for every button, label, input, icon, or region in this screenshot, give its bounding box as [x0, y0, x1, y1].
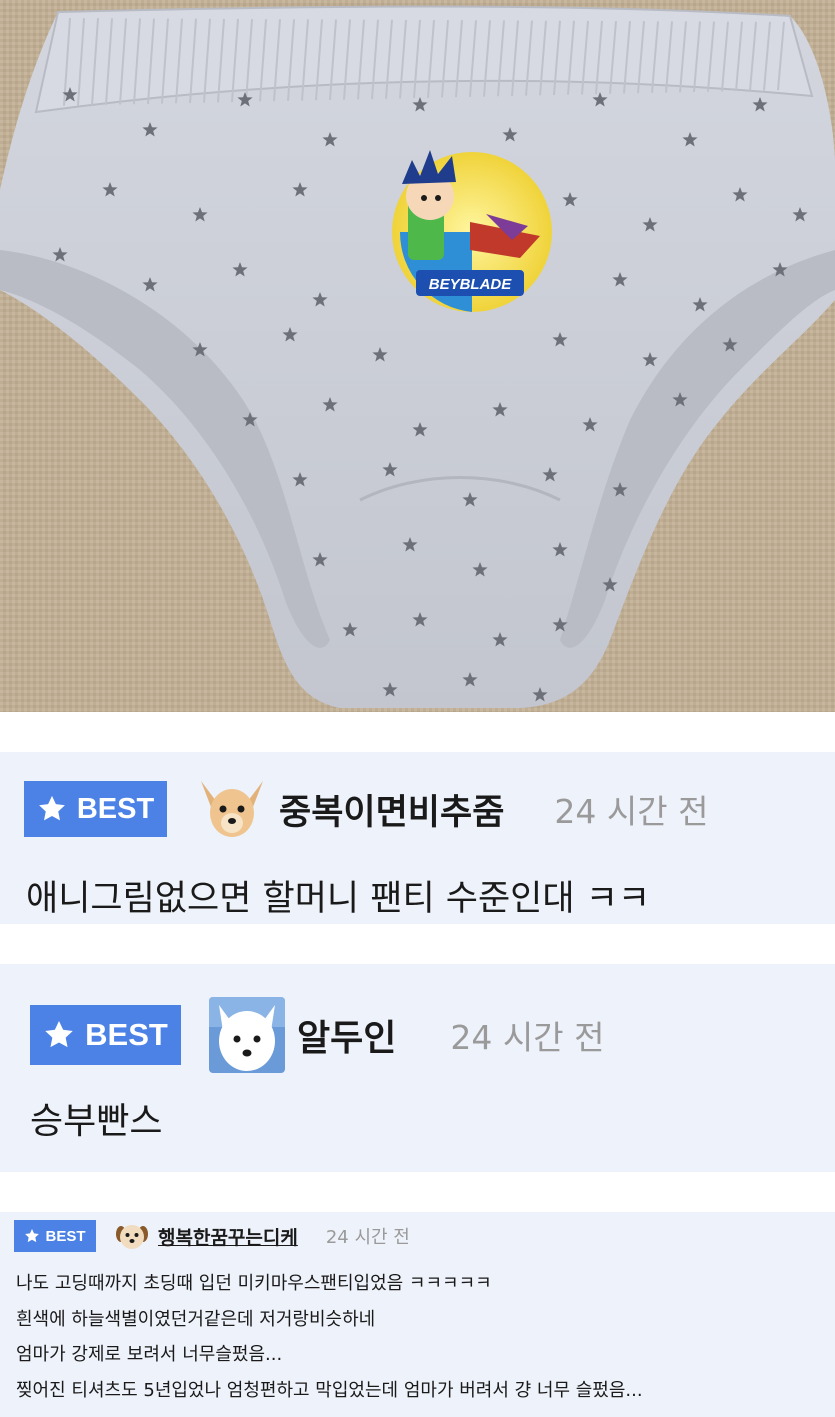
comment-line: 찢어진 티셔츠도 5년입었나 엄청편하고 막입었는데 엄마가 버려서 걍 너무 …	[16, 1379, 643, 1401]
post-image: BEYBLADE	[0, 0, 835, 712]
white-dog-avatar-icon[interactable]	[209, 997, 285, 1073]
chihuahua-avatar-icon[interactable]	[197, 777, 267, 841]
best-badge: BEST	[24, 781, 167, 837]
comment-text: 승부빤스	[30, 1101, 163, 1142]
comment-line: 엄마가 강제로 보려서 너무슬펐음...	[16, 1344, 283, 1365]
comment-time: 24 시간 전	[325, 1227, 410, 1248]
comment-author[interactable]: 알두인	[297, 1009, 396, 1061]
star-icon	[25, 1229, 40, 1243]
post-page: BEYBLADE BEST 중복이면비추줌 24 시간 전 애니그림없으면 할머…	[0, 0, 835, 1417]
comment-author[interactable]: 중복이면비추줌	[279, 784, 504, 835]
comment-line: 나도 고딩때까지 초딩때 입던 미키마우스팬티입었음 ㅋㅋㅋㅋㅋ	[16, 1273, 492, 1294]
comment-header: BEST 중복이면비추줌 24 시간 전	[24, 777, 709, 841]
best-badge: BEST	[30, 1005, 181, 1065]
best-badge-label: BEST	[76, 792, 155, 825]
comment-card: BEST 알두인 24 시간 전 승부빤스	[0, 964, 835, 1172]
comment-card: BEST 중복이면비추줌 24 시간 전 애니그림없으면 할머니 팬티 수준인대…	[0, 752, 835, 924]
comment-header: BEST 행복한꿈꾸는디케 24 시간 전	[14, 1218, 410, 1254]
star-icon	[38, 795, 65, 821]
star-icon	[45, 1021, 73, 1048]
best-badge-label: BEST	[45, 1227, 86, 1245]
comment-text: 애니그림없으면 할머니 팬티 수준인대 ㅋㅋ	[26, 879, 651, 919]
best-badge: BEST	[14, 1220, 96, 1252]
comment-time: 24 시간 전	[554, 792, 709, 831]
best-badge-label: BEST	[85, 1017, 168, 1052]
comment-text: 나도 고딩때까지 초딩때 입던 미키마우스팬티입었음 ㅋㅋㅋㅋㅋ 흰색에 하늘색…	[16, 1266, 643, 1408]
comment-line: 흰색에 하늘색별이였던거같은데 저거랑비슷하네	[16, 1308, 376, 1330]
dog-avatar-icon[interactable]	[114, 1220, 150, 1252]
comment-author[interactable]: 행복한꿈꾸는디케	[158, 1223, 298, 1250]
comment-header: BEST 알두인 24 시간 전	[30, 994, 604, 1076]
comment-time: 24 시간 전	[450, 1018, 605, 1057]
beyblade-logo-text: BEYBLADE	[429, 276, 513, 293]
comment-card: BEST 행복한꿈꾸는디케 24 시간 전 나도 고딩때까지 초딩때 입던 미키…	[0, 1212, 835, 1417]
